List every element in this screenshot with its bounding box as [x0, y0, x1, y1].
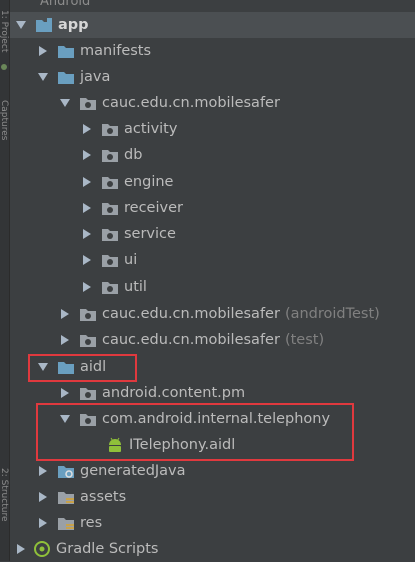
tree-label-android-content-pm: android.content.pm	[102, 385, 246, 401]
chevron-down-icon[interactable]	[59, 97, 71, 109]
tree-node-activity[interactable]: activity	[10, 116, 415, 142]
tree-label-res: res	[80, 515, 103, 531]
tree-label-manifests: manifests	[80, 43, 152, 59]
chevron-right-icon[interactable]	[81, 176, 93, 188]
tree-node-assets[interactable]: assets	[10, 484, 415, 510]
package-icon	[101, 121, 119, 137]
package-icon	[101, 279, 119, 295]
tree-label-assets: assets	[80, 489, 127, 505]
module-folder-icon	[35, 17, 53, 33]
package-icon	[79, 306, 97, 322]
chevron-right-icon[interactable]	[81, 228, 93, 240]
generated-folder-icon	[57, 463, 75, 479]
package-icon	[79, 95, 97, 111]
chevron-right-icon[interactable]	[37, 465, 49, 477]
folder-icon	[57, 43, 75, 59]
tree-label-generated-java: generatedJava	[80, 463, 186, 479]
tree-node-ui[interactable]: ui	[10, 247, 415, 273]
tree-label-package-test: cauc.edu.cn.mobilesafer	[102, 332, 280, 348]
project-tree: app manifests java cauc.edu.cn.mobilesaf…	[10, 0, 415, 561]
resources-folder-icon	[57, 515, 75, 531]
chevron-right-icon[interactable]	[37, 45, 49, 57]
tree-label-package-main: cauc.edu.cn.mobilesafer	[102, 95, 280, 111]
chevron-right-icon[interactable]	[37, 491, 49, 503]
highlight-box-aidl	[28, 354, 137, 382]
tree-node-generated-java[interactable]: generatedJava	[10, 458, 415, 484]
tree-node-res[interactable]: res	[10, 510, 415, 536]
tree-node-java[interactable]: java	[10, 64, 415, 90]
chevron-right-icon[interactable]	[15, 543, 27, 555]
tree-node-app[interactable]: app	[10, 12, 415, 38]
tree-node-service[interactable]: service	[10, 221, 415, 247]
project-tab-icon	[1, 64, 7, 70]
folder-icon	[57, 69, 75, 85]
chevron-down-icon[interactable]	[15, 19, 27, 31]
tree-label-gradle-scripts: Gradle Scripts	[56, 541, 159, 557]
tree-label-activity: activity	[124, 121, 178, 137]
chevron-right-icon[interactable]	[37, 517, 49, 529]
chevron-down-icon[interactable]	[37, 71, 49, 83]
source-set-suffix: (androidTest)	[284, 306, 380, 322]
tree-node-db[interactable]: db	[10, 142, 415, 168]
tree-label-package-android-test: cauc.edu.cn.mobilesafer	[102, 306, 280, 322]
package-icon	[101, 147, 119, 163]
package-icon	[101, 252, 119, 268]
side-tab-captures[interactable]: Captures	[0, 100, 9, 160]
chevron-right-icon[interactable]	[59, 308, 71, 320]
package-icon	[79, 385, 97, 401]
tree-label-util: util	[124, 279, 147, 295]
package-icon	[101, 226, 119, 242]
tool-window-strip: 1: Project Captures 2: Structure	[0, 0, 10, 561]
chevron-right-icon[interactable]	[81, 123, 93, 135]
tree-label-engine: engine	[124, 174, 174, 190]
tree-label-db: db	[124, 147, 143, 163]
tree-label-ui: ui	[124, 252, 138, 268]
chevron-right-icon[interactable]	[81, 149, 93, 161]
tree-label-java: java	[80, 69, 111, 85]
source-set-suffix: (test)	[284, 332, 325, 348]
chevron-right-icon[interactable]	[59, 334, 71, 346]
chevron-right-icon[interactable]	[81, 202, 93, 214]
highlight-box-telephony	[36, 403, 354, 461]
gradle-icon	[33, 541, 51, 557]
package-icon	[79, 332, 97, 348]
tree-node-receiver[interactable]: receiver	[10, 195, 415, 221]
package-icon	[101, 174, 119, 190]
chevron-right-icon[interactable]	[59, 387, 71, 399]
tree-node-package-test[interactable]: cauc.edu.cn.mobilesafer (test)	[10, 327, 415, 353]
side-tab-project[interactable]: 1: Project	[0, 10, 9, 70]
tree-node-util[interactable]: util	[10, 274, 415, 300]
side-tab-structure[interactable]: 2: Structure	[0, 468, 9, 548]
tree-node-gradle-scripts[interactable]: Gradle Scripts	[10, 536, 415, 562]
chevron-right-icon[interactable]	[81, 254, 93, 266]
tree-node-engine[interactable]: engine	[10, 169, 415, 195]
tree-node-package-main[interactable]: cauc.edu.cn.mobilesafer	[10, 90, 415, 116]
assets-folder-icon	[57, 489, 75, 505]
tree-node-manifests[interactable]: manifests	[10, 38, 415, 64]
tree-label-receiver: receiver	[124, 200, 183, 216]
package-icon	[101, 200, 119, 216]
chevron-right-icon[interactable]	[81, 281, 93, 293]
tree-node-package-android-test[interactable]: cauc.edu.cn.mobilesafer (androidTest)	[10, 301, 415, 327]
tree-label-app: app	[58, 17, 89, 33]
tree-label-service: service	[124, 226, 176, 242]
